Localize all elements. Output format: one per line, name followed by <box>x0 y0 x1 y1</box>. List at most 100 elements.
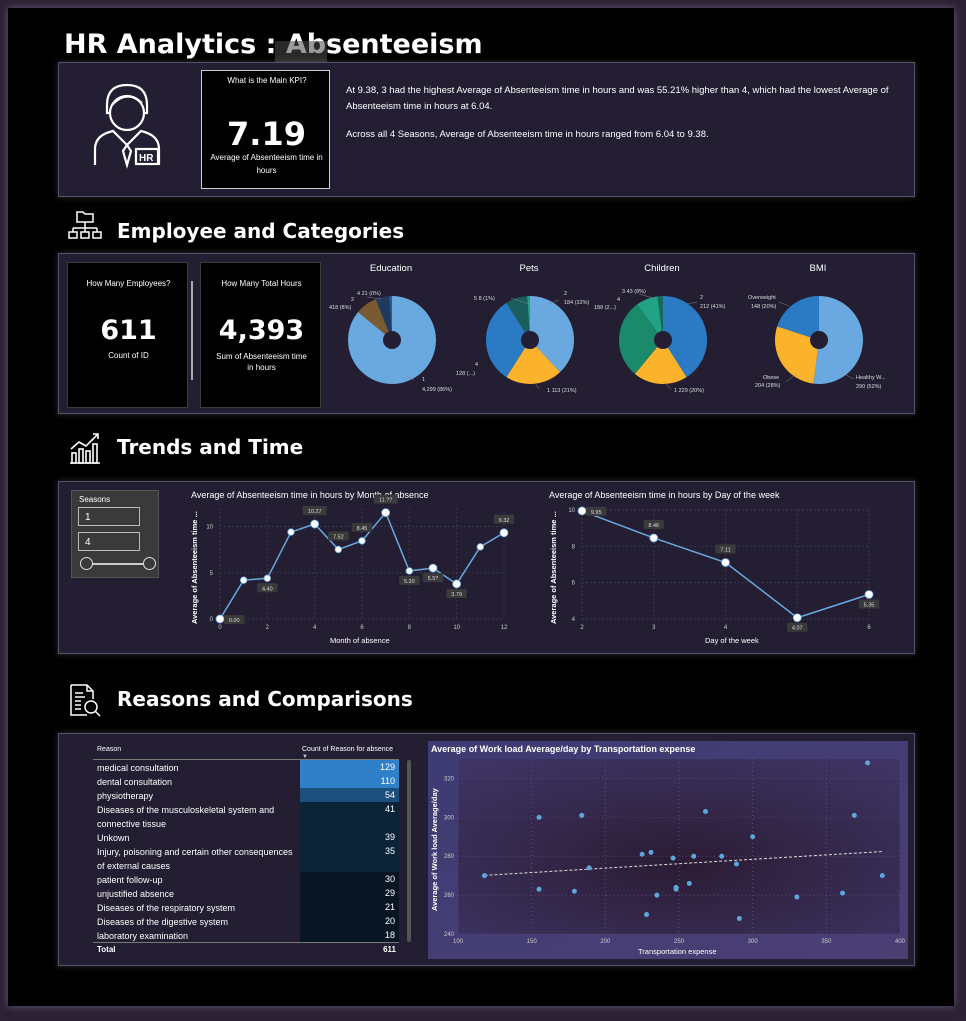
table-row[interactable]: Injury, poisoning and certain other cons… <box>89 844 401 872</box>
scatter-point[interactable] <box>536 886 542 892</box>
month-data-point[interactable] <box>428 563 438 573</box>
day-data-point[interactable] <box>864 590 874 599</box>
scatter-point[interactable] <box>703 809 709 814</box>
kpi-card[interactable]: What is the Main KPI? 7.19 Average of Ab… <box>201 70 330 189</box>
slicer-to-input[interactable]: 4 <box>78 532 140 551</box>
scatter-point[interactable] <box>719 853 725 859</box>
scatter-point[interactable] <box>879 873 885 879</box>
reason-table[interactable]: Reason Count of Reason for absence ▼ med… <box>89 742 411 962</box>
day-data-point[interactable] <box>792 613 802 623</box>
month-data-point[interactable] <box>405 567 414 575</box>
day-data-point[interactable] <box>577 506 587 516</box>
scatter-point[interactable] <box>654 892 660 898</box>
table-header-count[interactable]: Count of Reason for absence <box>302 746 393 753</box>
pets-label-2: 2 <box>564 291 567 297</box>
scatter-point[interactable] <box>691 853 697 859</box>
month-data-point[interactable] <box>476 543 485 551</box>
reason-cell: Injury, poisoning and certain other cons… <box>97 847 293 871</box>
scatter-point[interactable] <box>673 884 679 890</box>
month-data-point[interactable] <box>215 614 225 624</box>
scatter-ytick: 280 <box>444 854 455 860</box>
table-row[interactable]: laboratory examination 18 <box>89 928 401 942</box>
table-row[interactable]: physiotherapy 54 <box>89 788 401 802</box>
scatter-point[interactable] <box>865 760 871 766</box>
bmi-label-obese: Obese <box>763 375 779 381</box>
month-data-point[interactable] <box>499 528 509 538</box>
table-row[interactable]: Diseases of the digestive system 20 <box>89 914 401 928</box>
children-label-4-value: 188 (2...) <box>594 305 616 311</box>
scatter-chart-ylabel: Average of Work load Average/day <box>430 787 439 911</box>
table-total-label: Total <box>97 945 116 954</box>
education-label-2: 2 <box>351 297 354 303</box>
scatter-point[interactable] <box>639 851 645 857</box>
scatter-xtick: 100 <box>453 939 464 945</box>
scatter-point[interactable] <box>579 812 585 818</box>
bmi-donut[interactable] <box>775 296 863 384</box>
slicer-handle-left[interactable] <box>80 557 93 570</box>
month-data-point[interactable] <box>239 576 248 584</box>
scatter-point[interactable] <box>686 880 692 886</box>
count-cell: 29 <box>300 886 399 900</box>
table-scrollbar[interactable] <box>407 760 411 942</box>
scatter-point[interactable] <box>586 865 592 871</box>
pets-donut[interactable] <box>486 296 575 384</box>
month-data-point[interactable] <box>287 528 295 536</box>
scatter-point[interactable] <box>736 915 742 921</box>
slicer-from-input[interactable]: 1 <box>78 507 140 526</box>
scatter-point[interactable] <box>571 888 577 894</box>
table-row[interactable]: Diseases of the musculoskeletal system a… <box>89 802 401 830</box>
day-data-label: 5.35 <box>864 602 875 608</box>
scatter-point[interactable] <box>794 894 800 900</box>
day-data-point[interactable] <box>721 558 730 567</box>
slicer-handle-right[interactable] <box>143 557 156 570</box>
scatter-point[interactable] <box>482 873 488 879</box>
scatter-ytick: 300 <box>444 815 455 821</box>
pets-label-2-value: 184 (32%) <box>564 300 590 306</box>
scatter-point[interactable] <box>644 912 650 918</box>
reason-cell: physiotherapy <box>97 791 154 801</box>
count-cell: 35 <box>300 844 399 872</box>
month-line-chart[interactable]: Average of Absenteeism time in hours by … <box>177 488 527 648</box>
season-slicer[interactable]: Seasons 1 4 <box>71 490 159 578</box>
day-data-point[interactable] <box>649 533 659 543</box>
page-title: HR Analytics : Absenteeism <box>64 29 483 60</box>
reason-cell: dental consultation <box>97 777 173 787</box>
table-row[interactable]: Diseases of the respiratory system 21 <box>89 900 401 914</box>
month-data-point[interactable] <box>358 537 366 545</box>
children-donut-hole <box>654 331 672 349</box>
bmi-label-healthy-value: 290 (52%) <box>856 384 882 390</box>
month-data-point[interactable] <box>334 545 343 554</box>
scatter-point[interactable] <box>733 861 739 867</box>
scatter-point[interactable] <box>670 855 676 861</box>
scatter-point[interactable] <box>648 849 654 855</box>
month-data-point[interactable] <box>452 579 462 589</box>
scatter-point[interactable] <box>750 834 756 840</box>
scatter-point[interactable] <box>536 814 542 820</box>
month-data-label: 0.00 <box>229 618 240 624</box>
scatter-point[interactable] <box>851 812 857 818</box>
month-data-label: 11.?? <box>379 498 392 504</box>
month-data-label: 9.32 <box>499 518 510 524</box>
day-xtick: 4 <box>724 625 728 631</box>
day-xtick: 3 <box>652 625 656 631</box>
table-header-reason[interactable]: Reason <box>97 746 121 753</box>
trends-panel: Seasons 1 4 Average of Absenteeism time … <box>58 481 915 654</box>
children-label-3: 3 43 (8%) <box>622 289 646 295</box>
scatter-chart-xlabel: Transportation expense <box>638 947 717 956</box>
table-row[interactable]: dental consultation 110 <box>89 774 401 788</box>
education-donut[interactable] <box>347 296 436 384</box>
bmi-label-overweight-value: 148 (20%) <box>751 304 777 310</box>
table-row[interactable]: patient follow-up 30 <box>89 872 401 886</box>
table-row[interactable]: unjustified absence 29 <box>89 886 401 900</box>
month-data-point[interactable] <box>310 519 320 529</box>
day-line-chart[interactable]: Average of Absenteeism time in hours by … <box>537 488 907 648</box>
month-data-point[interactable] <box>263 574 272 582</box>
children-donut[interactable] <box>619 296 707 384</box>
day-data-label: 7.11 <box>720 548 730 554</box>
month-data-point[interactable] <box>381 508 391 518</box>
table-row[interactable]: Unkown 39 <box>89 830 401 844</box>
education-donut-hole <box>383 331 401 349</box>
scatter-chart[interactable]: Average of Work load Average/day by Tran… <box>428 741 908 959</box>
scatter-point[interactable] <box>840 890 846 896</box>
table-row[interactable]: medical consultation 129 <box>89 760 401 774</box>
